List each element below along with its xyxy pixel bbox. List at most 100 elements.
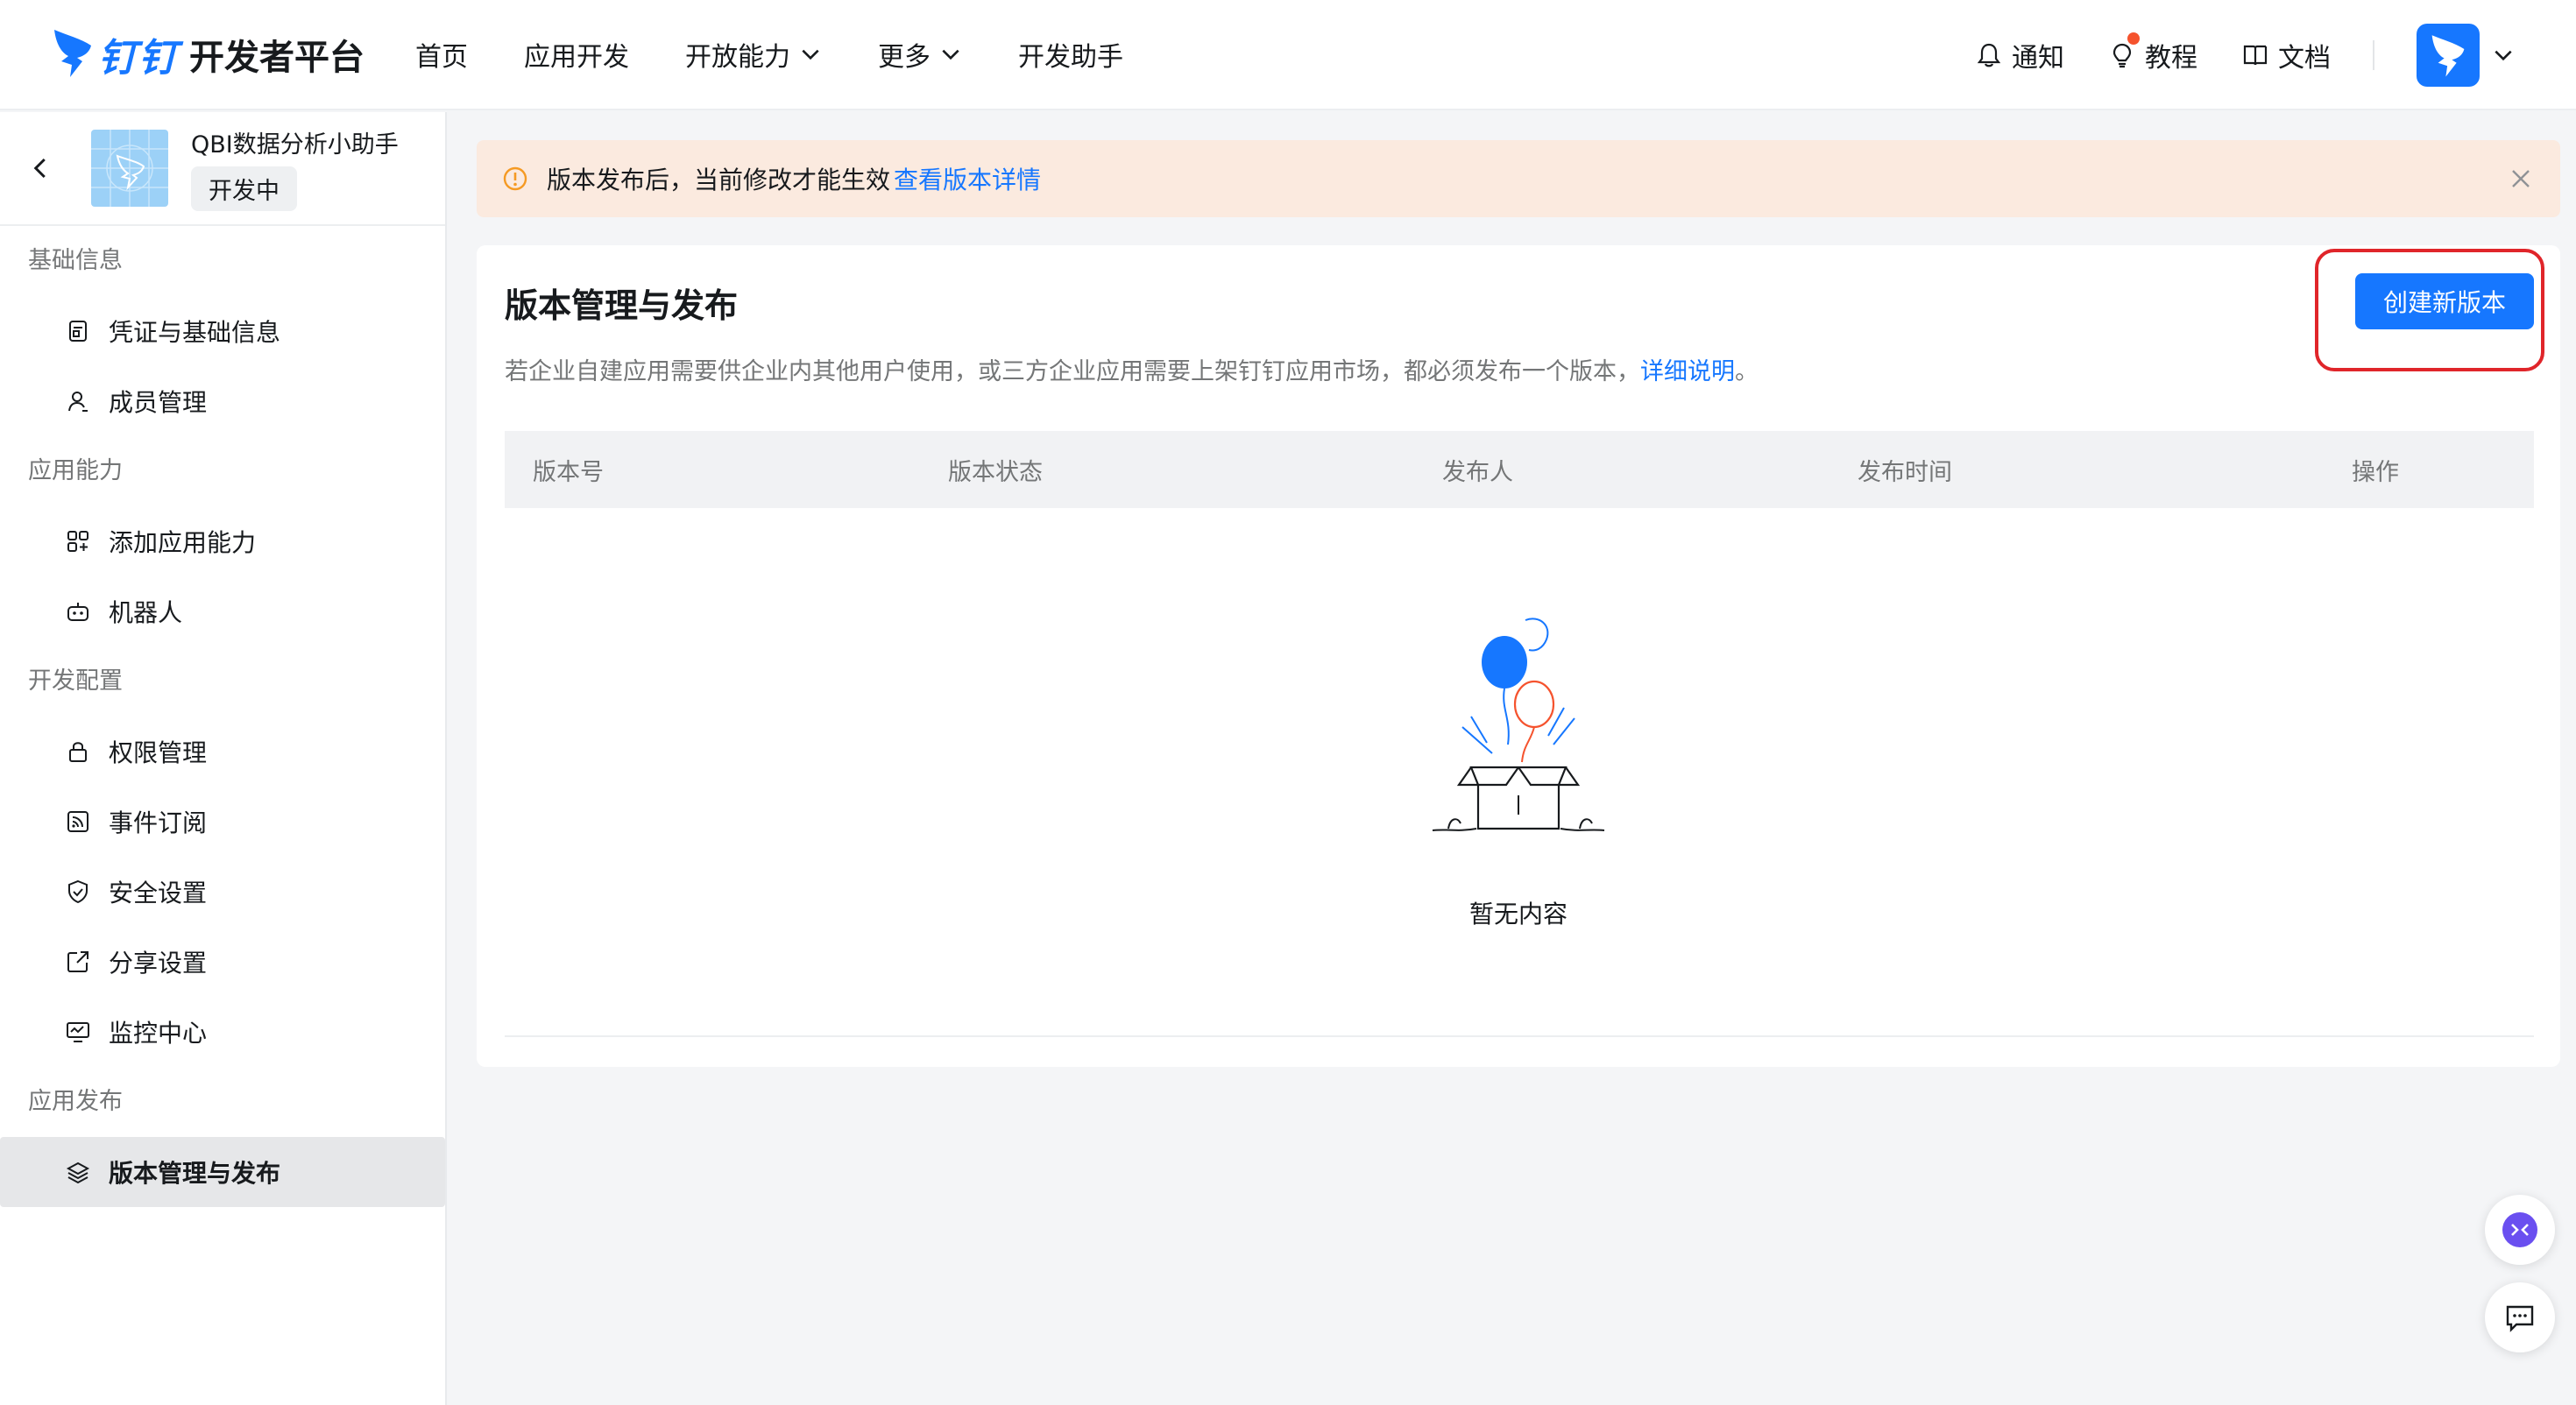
app-meta: QBI数据分析小助手 开发中 (191, 125, 399, 211)
chevron-down-icon (2495, 50, 2512, 61)
nav-home-label: 首页 (415, 42, 468, 73)
column-publish-time: 发布时间 (1858, 458, 1952, 486)
sidebar-item-version-release[interactable]: 版本管理与发布 (0, 1137, 445, 1207)
divider (505, 1035, 2534, 1037)
shield-icon (68, 879, 88, 904)
sidebar-item-credentials[interactable]: 凭证与基础信息 (0, 296, 445, 366)
docs-label: 文档 (2278, 43, 2331, 74)
details-link[interactable]: 详细说明 (1640, 358, 1735, 385)
nav-app-dev[interactable]: 应用开发 (524, 35, 629, 74)
nav-more-label: 更多 (878, 42, 931, 73)
avatar (2417, 24, 2480, 87)
notify-label: 通知 (2012, 43, 2064, 74)
divider (2373, 40, 2374, 70)
top-right-actions: 通知 教程 文档 (1931, 0, 2515, 110)
nav-more[interactable]: 更多 (878, 35, 962, 74)
info-banner: 版本发布后，当前修改才能生效 查看版本详情 (477, 140, 2560, 217)
layers-icon (66, 1161, 90, 1184)
chevron-down-icon (942, 49, 959, 60)
sidebar-item-label: 分享设置 (109, 949, 208, 978)
grid-add-icon (67, 531, 88, 552)
sidebar-item-label: 凭证与基础信息 (109, 318, 281, 347)
nav-open-capabilities[interactable]: 开放能力 (685, 35, 822, 74)
docs-button[interactable]: 文档 (2241, 36, 2331, 74)
top-navbar: 钉钉 开发者平台 首页 应用开发 开放能力 更多 开发助手 通知 教程 文档 (0, 0, 2576, 110)
app-placeholder-icon (91, 130, 168, 207)
sidebar-item-label: 监控中心 (109, 1019, 208, 1048)
sidebar-group-basic: 基础信息 (28, 247, 123, 274)
rss-icon (67, 811, 88, 832)
ai-assistant-button[interactable] (2485, 1195, 2555, 1265)
empty-box-balloon-icon (1432, 618, 1605, 831)
back-arrow-icon[interactable] (28, 155, 54, 181)
view-version-details-link[interactable]: 查看版本详情 (894, 161, 1041, 196)
sidebar-group-release: 应用发布 (28, 1088, 123, 1115)
nav-home[interactable]: 首页 (415, 35, 468, 74)
sidebar-item-security[interactable]: 安全设置 (0, 857, 445, 927)
sidebar-item-members[interactable]: 成员管理 (0, 366, 445, 436)
tutorial-button[interactable]: 教程 (2108, 32, 2197, 74)
description-end: 。 (1735, 358, 1759, 385)
sidebar-item-label: 添加应用能力 (109, 528, 257, 557)
lightbulb-icon (2112, 43, 2132, 68)
sidebar-item-share[interactable]: 分享设置 (0, 927, 445, 997)
close-icon[interactable] (2508, 166, 2534, 192)
dingtalk-logo[interactable]: 钉钉 开发者平台 (51, 26, 364, 82)
column-publisher: 发布人 (1442, 458, 1513, 486)
main-nav: 首页 应用开发 开放能力 更多 开发助手 (415, 35, 1179, 74)
sidebar-item-label: 权限管理 (109, 738, 208, 767)
share-icon (67, 951, 88, 972)
feedback-button[interactable] (2485, 1282, 2555, 1352)
column-status: 版本状态 (948, 458, 1043, 486)
app-icon (91, 130, 168, 207)
user-menu[interactable] (2417, 24, 2515, 87)
sidebar-item-label: 安全设置 (109, 879, 208, 907)
sidebar-group-capabilities: 应用能力 (28, 457, 123, 484)
sidebar-item-label: 版本管理与发布 (109, 1159, 281, 1188)
sidebar-item-permissions[interactable]: 权限管理 (0, 717, 445, 787)
page-description: 若企业自建应用需要供企业内其他用户使用，或三方企业应用需要上架钉钉应用市场，都必… (505, 352, 1759, 386)
chevron-down-icon (802, 49, 819, 60)
logo-title: 开发者平台 (189, 38, 364, 78)
notify-button[interactable]: 通知 (1975, 36, 2064, 74)
page-title: 版本管理与发布 (505, 286, 739, 325)
description-text: 若企业自建应用需要供企业内其他用户使用，或三方企业应用需要上架钉钉应用市场，都必… (505, 358, 1640, 385)
sidebar: QBI数据分析小助手 开发中 基础信息 凭证与基础信息 成员管理 应用能力 添加… (0, 112, 447, 1405)
banner-text: 版本发布后，当前修改才能生效 (547, 166, 891, 194)
create-version-button[interactable]: 创建新版本 (2354, 273, 2534, 329)
nav-app-dev-label: 应用开发 (524, 42, 629, 73)
status-badge: 开发中 (191, 166, 297, 211)
tutorial-red-dot (2127, 32, 2140, 45)
dingtalk-wing-icon (54, 30, 91, 77)
sidebar-item-monitor[interactable]: 监控中心 (0, 997, 445, 1067)
logo-brand: 钉钉 (98, 36, 179, 81)
sidebar-item-label: 成员管理 (109, 388, 208, 417)
sidebar-item-label: 机器人 (109, 598, 183, 627)
nav-dev-assistant[interactable]: 开发助手 (1018, 35, 1123, 74)
lock-icon (69, 742, 87, 762)
user-icon (68, 392, 88, 412)
column-version: 版本号 (533, 458, 604, 486)
ai-assistant-icon (2502, 1212, 2537, 1247)
nav-open-capabilities-label: 开放能力 (685, 42, 790, 73)
column-actions: 操作 (2352, 458, 2399, 486)
sidebar-item-events[interactable]: 事件订阅 (0, 787, 445, 857)
sidebar-item-robot[interactable]: 机器人 (0, 576, 445, 646)
credential-icon (69, 321, 87, 342)
empty-text: 暂无内容 (1468, 900, 1568, 928)
tutorial-label: 教程 (2145, 43, 2197, 74)
monitor-icon (67, 1022, 89, 1042)
dingtalk-wing-icon (2431, 35, 2465, 77)
sidebar-item-add-capability[interactable]: 添加应用能力 (0, 506, 445, 576)
app-name: QBI数据分析小助手 (191, 131, 399, 159)
robot-icon (67, 603, 88, 621)
app-header: QBI数据分析小助手 开发中 (0, 112, 445, 226)
sidebar-item-label: 事件订阅 (109, 808, 208, 837)
nav-dev-assistant-label: 开发助手 (1018, 42, 1123, 73)
book-icon (2243, 45, 2268, 66)
sidebar-group-dev-config: 开发配置 (28, 667, 123, 695)
chat-icon (2506, 1305, 2534, 1332)
version-management-card: 版本管理与发布 若企业自建应用需要供企业内其他用户使用，或三方企业应用需要上架钉… (477, 245, 2560, 1067)
bell-icon (1977, 43, 2001, 67)
table-header: 版本号 版本状态 发布人 发布时间 操作 (505, 431, 2534, 508)
